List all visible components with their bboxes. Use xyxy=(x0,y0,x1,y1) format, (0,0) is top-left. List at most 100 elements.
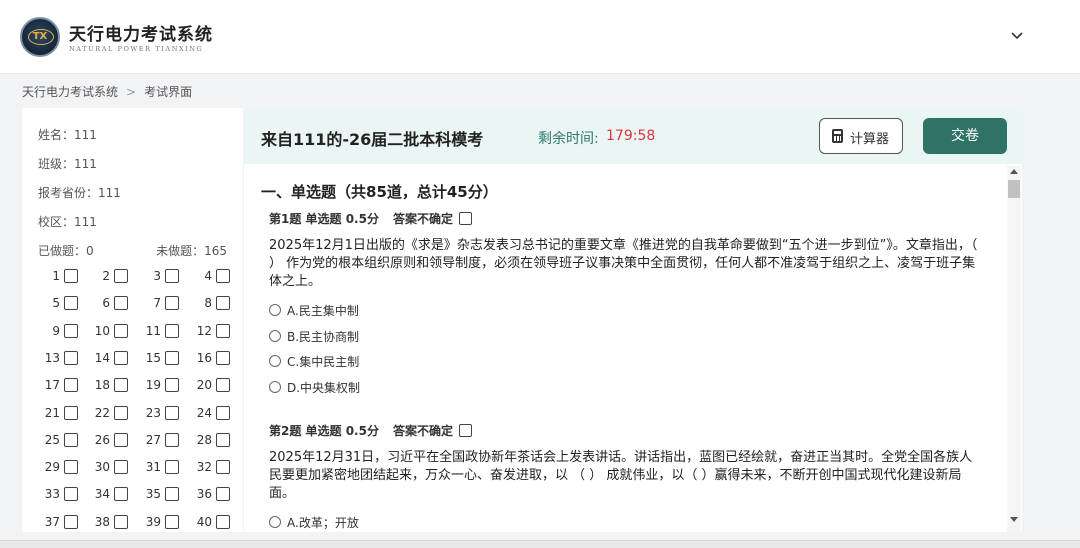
option-b[interactable]: B.民主协商制 xyxy=(269,328,359,345)
question-nav-checkbox[interactable] xyxy=(114,296,128,311)
uncertain-checkbox[interactable] xyxy=(458,212,472,225)
question-nav-item[interactable]: 10 xyxy=(82,323,130,341)
question-nav-checkbox[interactable] xyxy=(114,487,128,502)
option-d[interactable]: D.中央集权制 xyxy=(269,379,360,396)
option-c[interactable]: C.集中民主制 xyxy=(269,353,359,370)
question-nav-item[interactable]: 11 xyxy=(133,323,181,341)
question-nav-item[interactable]: 30 xyxy=(82,459,130,477)
question-nav-checkbox[interactable] xyxy=(64,432,78,447)
question-nav-item[interactable]: 9 xyxy=(32,323,80,341)
question-nav-checkbox[interactable] xyxy=(165,378,179,393)
option-a[interactable]: A.改革；开放 xyxy=(269,514,359,531)
question-nav-item[interactable]: 31 xyxy=(133,459,181,477)
question-nav-item[interactable]: 29 xyxy=(32,459,80,477)
question-nav-checkbox[interactable] xyxy=(64,323,78,338)
question-nav-item[interactable]: 28 xyxy=(184,432,232,450)
question-nav-item[interactable]: 26 xyxy=(82,432,130,450)
question-nav-checkbox[interactable] xyxy=(114,460,128,475)
question-nav-item[interactable]: 1 xyxy=(32,268,80,286)
scroll-up-icon[interactable] xyxy=(1010,169,1018,174)
option-a[interactable]: A.民主集中制 xyxy=(269,302,359,319)
scroll-down-icon[interactable] xyxy=(1010,517,1018,522)
radio-icon[interactable] xyxy=(269,355,281,367)
question-nav-item[interactable]: 2 xyxy=(82,268,130,286)
radio-icon[interactable] xyxy=(269,516,281,528)
breadcrumb-home[interactable]: 天行电力考试系统 xyxy=(22,85,118,99)
question-nav-item[interactable]: 24 xyxy=(184,405,232,423)
chevron-down-icon[interactable] xyxy=(1009,27,1025,43)
question-nav-item[interactable]: 23 xyxy=(133,405,181,423)
question-nav-checkbox[interactable] xyxy=(216,296,230,311)
question-nav-checkbox[interactable] xyxy=(165,405,179,420)
question-nav-checkbox[interactable] xyxy=(165,514,179,529)
question-nav-checkbox[interactable] xyxy=(64,405,78,420)
question-nav-item[interactable]: 39 xyxy=(133,514,181,532)
question-nav-item[interactable]: 3 xyxy=(133,268,181,286)
question-nav-checkbox[interactable] xyxy=(114,405,128,420)
question-nav-checkbox[interactable] xyxy=(114,323,128,338)
question-nav-checkbox[interactable] xyxy=(64,460,78,475)
question-nav-checkbox[interactable] xyxy=(114,514,128,529)
question-nav-checkbox[interactable] xyxy=(216,350,230,365)
question-nav-item[interactable]: 4 xyxy=(184,268,232,286)
question-nav-checkbox[interactable] xyxy=(165,432,179,447)
question-nav-checkbox[interactable] xyxy=(216,405,230,420)
question-nav-checkbox[interactable] xyxy=(64,378,78,393)
content-scrollbar[interactable] xyxy=(1007,166,1021,532)
question-nav-checkbox[interactable] xyxy=(216,323,230,338)
question-nav-item[interactable]: 32 xyxy=(184,459,232,477)
uncertain-checkbox[interactable] xyxy=(458,424,472,437)
question-nav-checkbox[interactable] xyxy=(64,296,78,311)
question-nav-checkbox[interactable] xyxy=(114,378,128,393)
question-nav-item[interactable]: 12 xyxy=(184,323,232,341)
question-nav-item[interactable]: 15 xyxy=(133,350,181,368)
question-nav-checkbox[interactable] xyxy=(216,514,230,529)
question-nav-item[interactable]: 27 xyxy=(133,432,181,450)
question-nav-item[interactable]: 17 xyxy=(32,377,80,395)
question-nav-item[interactable]: 19 xyxy=(133,377,181,395)
radio-icon[interactable] xyxy=(269,381,281,393)
question-nav-item[interactable]: 13 xyxy=(32,350,80,368)
question-nav-checkbox[interactable] xyxy=(165,487,179,502)
question-nav-item[interactable]: 8 xyxy=(184,295,232,313)
question-nav-item[interactable]: 14 xyxy=(82,350,130,368)
question-nav-item[interactable]: 25 xyxy=(32,432,80,450)
question-nav-checkbox[interactable] xyxy=(165,323,179,338)
radio-icon[interactable] xyxy=(269,304,281,316)
question-nav-item[interactable]: 34 xyxy=(82,486,130,504)
question-nav-checkbox[interactable] xyxy=(64,487,78,502)
question-nav-item[interactable]: 6 xyxy=(82,295,130,313)
question-nav-checkbox[interactable] xyxy=(216,378,230,393)
question-nav-item[interactable]: 40 xyxy=(184,514,232,532)
question-nav-item[interactable]: 20 xyxy=(184,377,232,395)
question-nav-checkbox[interactable] xyxy=(165,269,179,283)
submit-exam-button[interactable]: 交卷 xyxy=(923,118,1007,154)
question-nav-checkbox[interactable] xyxy=(165,296,179,311)
question-nav-checkbox[interactable] xyxy=(216,487,230,502)
question-nav-checkbox[interactable] xyxy=(216,269,230,283)
question-nav-checkbox[interactable] xyxy=(64,350,78,365)
question-nav-checkbox[interactable] xyxy=(165,460,179,475)
question-nav-checkbox[interactable] xyxy=(64,269,78,283)
question-nav-checkbox[interactable] xyxy=(216,460,230,475)
question-nav-checkbox[interactable] xyxy=(216,432,230,447)
question-nav-item[interactable]: 33 xyxy=(32,486,80,504)
question-nav-item[interactable]: 35 xyxy=(133,486,181,504)
question-nav-checkbox[interactable] xyxy=(64,514,78,529)
question-nav-checkbox[interactable] xyxy=(114,350,128,365)
question-nav-item[interactable]: 16 xyxy=(184,350,232,368)
question-nav-checkbox[interactable] xyxy=(165,350,179,365)
scroll-thumb[interactable] xyxy=(1008,180,1020,198)
question-nav-checkbox[interactable] xyxy=(114,432,128,447)
question-nav-checkbox[interactable] xyxy=(114,269,128,283)
question-nav-item[interactable]: 7 xyxy=(133,295,181,313)
question-nav-item[interactable]: 36 xyxy=(184,486,232,504)
question-nav-item[interactable]: 21 xyxy=(32,405,80,423)
question-nav-item[interactable]: 22 xyxy=(82,405,130,423)
calculator-button[interactable]: 计算器 xyxy=(819,118,903,154)
question-nav-item[interactable]: 5 xyxy=(32,295,80,313)
question-nav-item[interactable]: 18 xyxy=(82,377,130,395)
question-nav-item[interactable]: 37 xyxy=(32,514,80,532)
question-nav-item[interactable]: 38 xyxy=(82,514,130,532)
radio-icon[interactable] xyxy=(269,330,281,342)
